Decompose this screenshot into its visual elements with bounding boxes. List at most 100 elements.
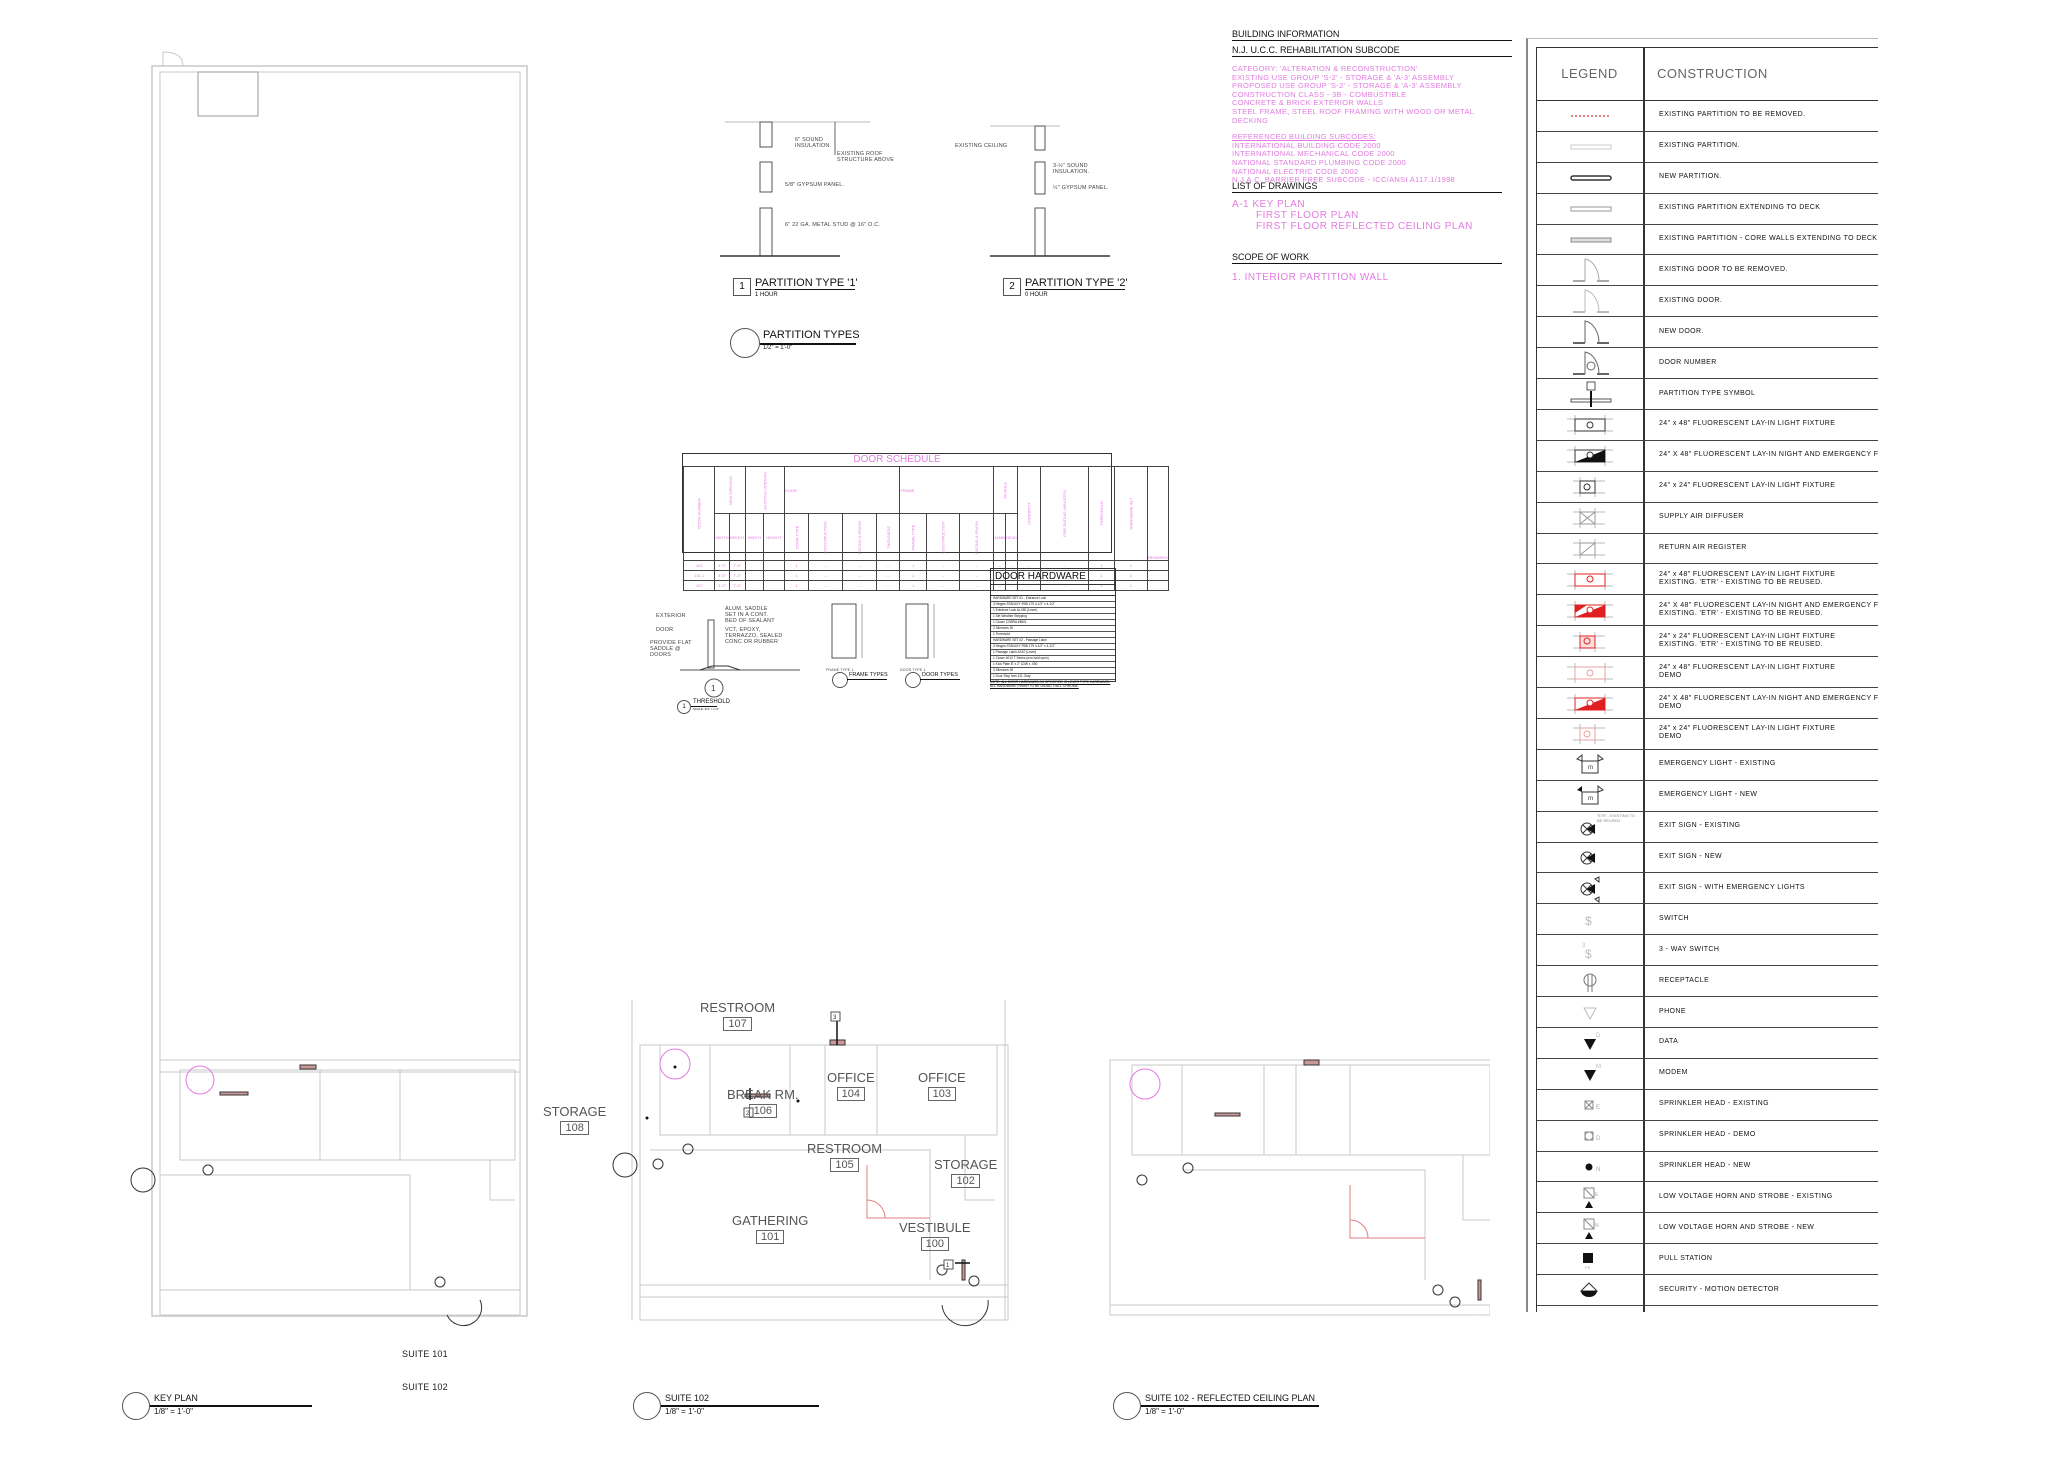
room-name: STORAGE (543, 1104, 607, 1119)
legend-description-line: NEW DOOR. (1659, 327, 1704, 335)
col-threshold: THRESHOLD (1099, 501, 1105, 526)
legend-description: EMERGENCY LIGHT - NEW (1659, 780, 1878, 811)
pt2-number: 2 (1003, 278, 1021, 296)
legend-description: DATA (1659, 1027, 1878, 1058)
motion-detector-icon (1537, 1274, 1643, 1305)
room-number: 103 (927, 1087, 957, 1101)
pt2-rating: 0 HOUR (1025, 292, 1048, 298)
door-schedule-table: DOOR SCHEDULE DOOR NUMBER NEW OPENING EX… (682, 453, 1169, 591)
detail-bubble: 1 (677, 700, 691, 714)
room-name: GATHERING (732, 1213, 809, 1228)
room-number: 108 (560, 1121, 589, 1135)
legend-description-line: DEMO (1659, 733, 1682, 741)
legend-description: SECURITY - MOTION DETECTOR (1659, 1274, 1878, 1305)
legend-row: NEW DOOR. (1537, 316, 1878, 349)
room-number: 104 (836, 1087, 866, 1101)
legend-description-line: DEMO (1659, 671, 1682, 679)
legend-description-line: LOW VOLTAGE HORN AND STROBE - EXISTING (1659, 1192, 1833, 1200)
list-of-drawings-block: LIST OF DRAWINGS A-1 KEY PLAN FIRST FLOO… (1232, 180, 1502, 232)
sub-head: HEAD (1004, 513, 1018, 561)
fixture-24x48-emergency-demo-icon (1537, 687, 1643, 718)
pt1-number: 1 (733, 278, 751, 296)
legend-description-line: 24" x 24" FLUORESCENT LAY-IN LIGHT FIXTU… (1659, 725, 1836, 733)
col-frame-facing: FACING & FINISH (974, 520, 980, 554)
cell-empty: -- (808, 580, 843, 591)
data-icon: D (1537, 1027, 1643, 1058)
room-storage-108: STORAGE 108 (543, 1104, 606, 1135)
legend-row: EXISTING PARTITION. (1537, 131, 1878, 163)
legend-description: RETURN AIR REGISTER (1659, 533, 1878, 564)
svg-text:PS: PS (1585, 1265, 1591, 1270)
partition-core-icon (1537, 224, 1643, 255)
cell-empty: -- (875, 560, 901, 571)
pt2-note-insulation: 3-½" SOUND INSULATION. (1053, 163, 1090, 175)
svg-text:D: D (1596, 1136, 1601, 1142)
threshold-label-door: DOOR (656, 627, 674, 633)
door-hardware-table: DOOR HARDWARE HARDWARE SET #1 - Entrance… (990, 568, 1116, 682)
cell-hardware: 1 (1113, 570, 1148, 581)
legend-description-line: EXISTING PARTITION. (1659, 142, 1740, 150)
svg-text:m: m (1588, 765, 1593, 771)
legend-row: EXISTING PARTITION - CORE WALLS EXTENDIN… (1537, 224, 1878, 256)
legend-row: SUPPLY AIR DIFFUSER (1537, 502, 1878, 534)
cell-door-type: 1 (783, 580, 810, 591)
legend-description-line: DATA (1659, 1038, 1679, 1046)
legend-description-line: RECEPTACLE (1659, 976, 1710, 984)
detail-bubble (905, 672, 921, 688)
phone-icon (1537, 996, 1643, 1027)
legend-row: $ SWITCH (1537, 903, 1878, 936)
legend-row: SECURITY - MOTION DETECTOR (1537, 1274, 1878, 1307)
legend-header-row: LEGEND CONSTRUCTION (1537, 48, 1878, 101)
room-number: 106 (748, 1104, 777, 1118)
ucc-subcode-heading: N.J. U.C.C. REHABILITATION SUBCODE (1232, 44, 1512, 57)
legend-description-line: EXISTING. 'ETR' - EXISTING TO BE REUSED. (1659, 578, 1823, 586)
drawing-item: FIRST FLOOR PLAN (1256, 210, 1359, 221)
pt1-note-roof: EXISTING ROOF STRUCTURE ABOVE (837, 151, 895, 163)
legend-header: LEGEND (1561, 66, 1618, 81)
cell-door: 101.1 (682, 570, 716, 581)
legend-row: DOOR NUMBER (1537, 347, 1878, 380)
legend-description: EXISTING PARTITION. (1659, 131, 1878, 162)
cell-width: 3'-0" (714, 580, 730, 591)
legend-description: EXIT SIGN - WITH EMERGENCY LIGHTS (1659, 873, 1878, 904)
pt1-note-stud: 6" 22 GA. METAL STUD @ 16" O.C. (785, 222, 881, 228)
legend-symbol-note: 'ETR' - EXISTING TO BE REUSED. (1597, 812, 1636, 823)
door-type-drawing (905, 603, 935, 659)
sub-height: HEIGHT (728, 513, 746, 561)
legend-row: D SPRINKLER HEAD - DEMO (1537, 1120, 1878, 1152)
pt1-rating: 1 HOUR (755, 292, 778, 298)
legend-description: 24" x 48" FLUORESCENT LAY-IN LIGHT FIXTU… (1659, 409, 1878, 440)
title-rule (920, 679, 960, 680)
cell-empty (744, 580, 764, 591)
legend-description: 24" X 48" FLUORESCENT LAY-IN NIGHT AND E… (1659, 594, 1878, 625)
legend-description: 24" x 24" FLUORESCENT LAY-IN LIGHT FIXTU… (1659, 471, 1878, 502)
cell-width: 3'-0" (714, 560, 730, 571)
legend-description: NEW PARTITION. (1659, 162, 1878, 193)
legend-description-line: EXISTING DOOR TO BE REMOVED. (1659, 265, 1788, 273)
legend-row: 24" X 48" FLUORESCENT LAY-IN NIGHT AND E… (1537, 440, 1878, 472)
col-facing: FACING & FINISH (856, 520, 862, 554)
threshold-label-flat: PROVIDE FLAT SADDLE @ DOORS (650, 640, 692, 658)
legend-row: 24" x 48" FLUORESCENT LAY-IN LIGHT FIXTU… (1537, 656, 1878, 689)
list-of-drawings-heading: LIST OF DRAWINGS (1232, 180, 1502, 193)
fixture-24x48-emergency-icon (1537, 440, 1643, 471)
frame-types-title: FRAME TYPES (849, 672, 888, 678)
legend-row: m EMERGENCY LIGHT - EXISTING (1537, 749, 1878, 781)
reflected-ceiling-plan (1109, 1059, 1490, 1320)
cell-empty (1146, 580, 1169, 591)
legend-description-line: 24" X 48" FLUORESCENT LAY-IN NIGHT AND E… (1659, 451, 1878, 459)
legend-description: PULL STATION (1659, 1243, 1878, 1274)
legend-row: NEW PARTITION. (1537, 162, 1878, 194)
building-info-line: DECKING (1232, 115, 1269, 125)
legend-row: 24" X 48" FLUORESCENT LAY-IN NIGHT AND E… (1537, 594, 1878, 627)
legend-description: EXISTING PARTITION - CORE WALLS EXTENDIN… (1659, 224, 1878, 255)
legend-row: EXISTING PARTITION TO BE REMOVED. (1537, 100, 1878, 132)
legend-description: MODEM (1659, 1058, 1878, 1089)
construction-header: CONSTRUCTION (1657, 66, 1768, 81)
legend-row: 24" x 24" FLUORESCENT LAY-IN LIGHT FIXTU… (1537, 471, 1878, 503)
room-name: RESTROOM (700, 1000, 776, 1015)
legend-description-line: SPRINKLER HEAD - DEMO (1659, 1131, 1756, 1139)
detail-bubble (122, 1392, 150, 1420)
legend-description-line: PHONE (1659, 1007, 1686, 1015)
threshold-title: THRESHOLD (693, 699, 731, 705)
